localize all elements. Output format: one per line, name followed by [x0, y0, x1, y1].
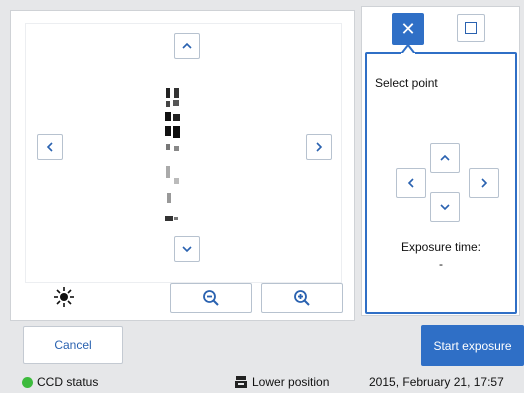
select-point-tool-button[interactable]: ✕	[392, 13, 424, 45]
zoom-out-icon	[203, 290, 219, 306]
selection-pointer	[401, 44, 415, 54]
chevron-down-icon	[440, 204, 450, 211]
status-bar: CCD status Lower position 2015, February…	[0, 371, 524, 393]
exposure-time-value: -	[439, 257, 443, 271]
exposure-time-label: Exposure time:	[400, 240, 482, 254]
chevron-left-icon	[407, 178, 414, 188]
select-area-tool-button[interactable]	[457, 14, 485, 42]
chevron-right-icon	[481, 178, 488, 188]
zoom-in-button[interactable]	[261, 283, 343, 313]
move-right-button[interactable]	[306, 134, 332, 160]
point-up-button[interactable]	[430, 143, 460, 173]
brightness-icon[interactable]	[53, 286, 75, 308]
point-left-button[interactable]	[396, 168, 426, 198]
select-point-box: Select point Exposure time: -	[365, 52, 517, 314]
chevron-right-icon	[316, 142, 323, 152]
preview-panel	[10, 10, 355, 321]
select-point-label: Select point	[375, 76, 438, 90]
chevron-up-icon	[182, 42, 192, 49]
square-icon	[465, 22, 477, 34]
chevron-up-icon	[440, 154, 450, 161]
move-down-button[interactable]	[174, 236, 200, 262]
cancel-button[interactable]: Cancel	[23, 326, 123, 364]
close-icon: ✕	[400, 18, 416, 39]
selection-panel: ✕ Select point Exposure time: -	[361, 6, 520, 316]
chevron-left-icon	[46, 142, 53, 152]
move-up-button[interactable]	[174, 33, 200, 59]
tray-icon	[235, 376, 247, 388]
blot-image	[165, 88, 180, 221]
chevron-down-icon	[182, 246, 192, 253]
ccd-status-indicator	[22, 377, 33, 388]
move-left-button[interactable]	[37, 134, 63, 160]
point-down-button[interactable]	[430, 192, 460, 222]
position-label: Lower position	[252, 375, 330, 389]
point-right-button[interactable]	[469, 168, 499, 198]
zoom-in-icon	[294, 290, 310, 306]
zoom-out-button[interactable]	[170, 283, 252, 313]
ccd-status-label: CCD status	[37, 375, 99, 389]
date-time-label: 2015, February 21, 17:57	[369, 375, 504, 389]
start-exposure-button[interactable]: Start exposure	[421, 325, 524, 366]
